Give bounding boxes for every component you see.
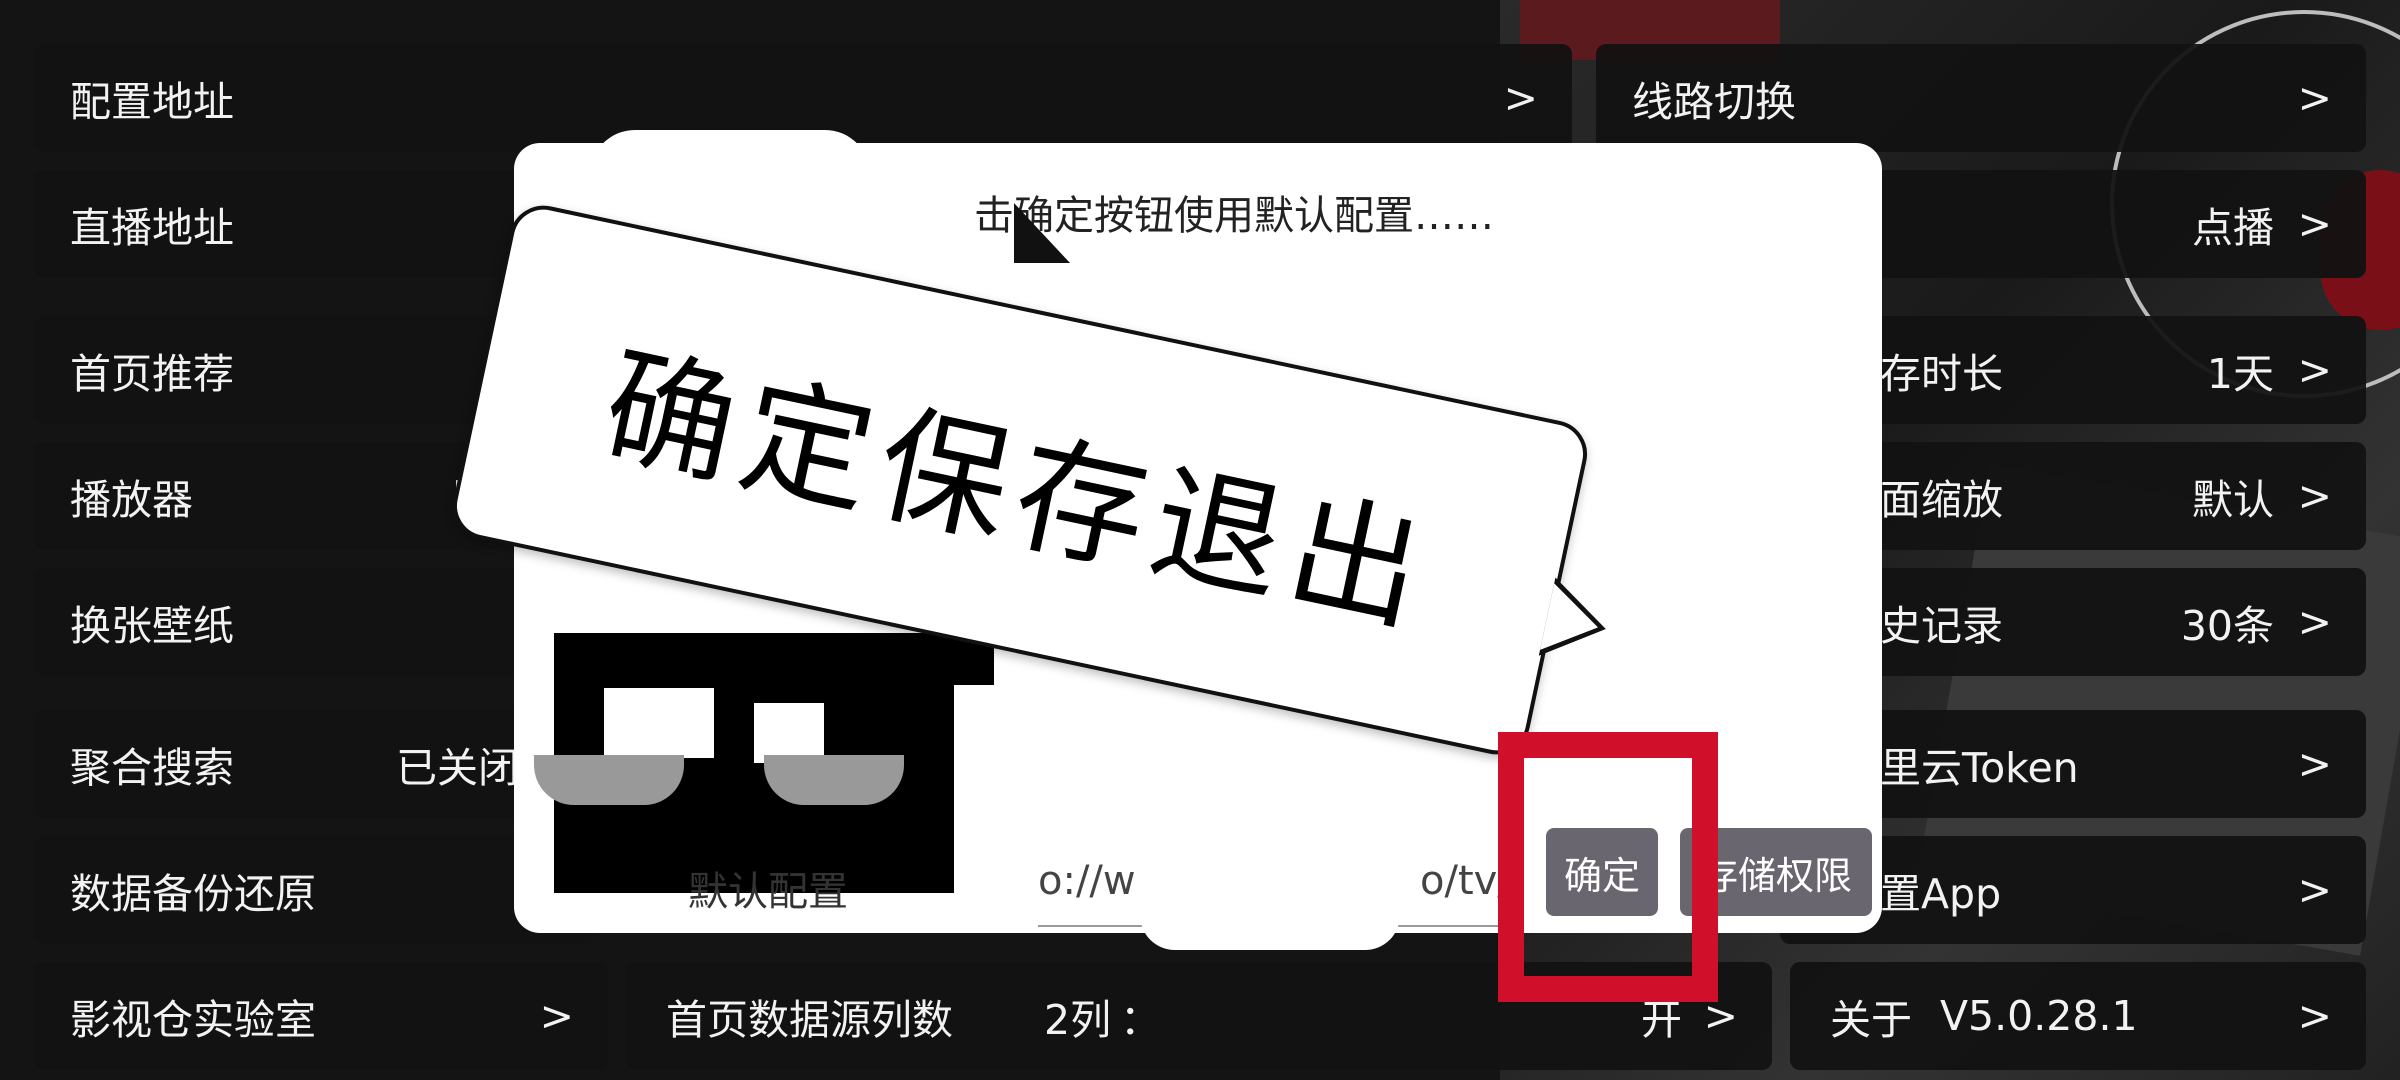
setting-label: 里云Token xyxy=(1880,744,2079,792)
qr-code-cell xyxy=(754,703,824,763)
setting-value: 2列 xyxy=(1044,996,1112,1044)
setting-label: 配置地址 xyxy=(70,78,234,126)
setting-lab[interactable]: 影视仓实验室 > xyxy=(34,962,608,1070)
chevron-right-icon: > xyxy=(2297,74,2332,122)
chevron-right-icon: > xyxy=(2297,598,2332,646)
setting-value: 已关闭 xyxy=(396,744,519,792)
chevron-right-icon: > xyxy=(2297,200,2332,248)
chevron-right-icon: > xyxy=(2297,346,2332,394)
setting-line-switch[interactable]: 线路切换 > xyxy=(1596,44,2366,152)
chevron-right-icon: > xyxy=(1503,74,1538,122)
default-config-button[interactable]: 默认配置 xyxy=(518,843,1018,933)
setting-wallpaper[interactable]: 换张壁纸 xyxy=(34,568,594,676)
cursor-icon xyxy=(1014,203,1070,263)
app-version: V5.0.28.1 xyxy=(1940,992,2138,1040)
chevron-right-icon: > xyxy=(2297,472,2332,520)
setting-label: 聚合搜索 xyxy=(70,744,234,792)
setting-label: 首页数据源列数 xyxy=(666,996,953,1044)
setting-label: 面缩放 xyxy=(1880,476,2003,524)
setting-separator: ： xyxy=(1120,996,1161,1044)
setting-value: 默认 xyxy=(2192,476,2274,524)
chevron-right-icon: > xyxy=(2297,740,2332,788)
qr-shadow xyxy=(534,755,684,805)
setting-label: 播放器 xyxy=(70,476,193,524)
setting-label: 直播地址 xyxy=(70,204,234,252)
url-input-fragment: o://w xyxy=(1038,858,1136,904)
setting-label: 换张壁纸 xyxy=(70,602,234,650)
setting-label: 数据备份还原 xyxy=(70,870,316,918)
setting-label: 线路切换 xyxy=(1632,78,1796,126)
setting-value: 1天 xyxy=(2206,350,2274,398)
chevron-right-icon: > xyxy=(2297,866,2332,914)
setting-label: 首页推荐 xyxy=(70,350,234,398)
redaction-scribble xyxy=(1140,880,1400,950)
redaction-scribble xyxy=(590,130,870,220)
setting-label: 关于 xyxy=(1830,996,1912,1044)
setting-label: 置App xyxy=(1880,870,2002,918)
setting-label: 存时长 xyxy=(1880,350,2003,398)
setting-backup-restore[interactable]: 数据备份还原 xyxy=(34,836,594,944)
chevron-right-icon: > xyxy=(539,992,574,1040)
chevron-right-icon: > xyxy=(2297,992,2332,1040)
qr-code-cell xyxy=(604,688,714,758)
setting-value: 30条 xyxy=(2180,602,2274,650)
highlight-box xyxy=(1498,732,1718,1002)
setting-aggregate-search[interactable]: 聚合搜索 已关闭 xyxy=(34,710,594,818)
setting-about[interactable]: 关于 V5.0.28.1 > xyxy=(1790,962,2366,1070)
setting-value: 点播 xyxy=(2192,204,2274,252)
qr-shadow xyxy=(764,755,904,805)
setting-label: 史记录 xyxy=(1880,602,2003,650)
setting-label: 影视仓实验室 xyxy=(70,996,316,1044)
